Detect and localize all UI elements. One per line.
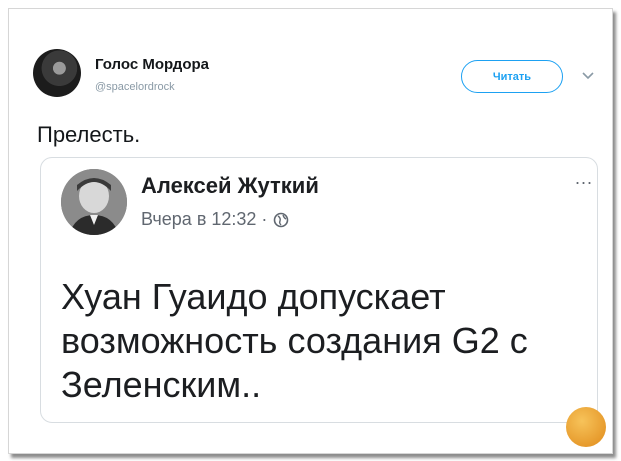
tweet-author-name[interactable]: Голос Мордора [95, 56, 209, 73]
watermark-logo [566, 407, 606, 447]
quoted-post-text: Хуан Гуаидо допускает возможность создан… [61, 276, 528, 405]
screenshot-frame: Голос Мордора @spacelordrock Читать Прел… [8, 8, 613, 454]
quoted-author-avatar[interactable] [61, 169, 127, 235]
chevron-down-icon[interactable] [582, 71, 594, 81]
quoted-author-name[interactable]: Алексей Жуткий [141, 173, 319, 199]
tweet-author-avatar[interactable] [33, 49, 81, 97]
tweet-author-handle[interactable]: @spacelordrock [95, 81, 175, 93]
timestamp-text[interactable]: Вчера в 12:32 · [141, 209, 267, 230]
globe-icon [274, 212, 289, 227]
more-options-icon[interactable]: ... [575, 168, 593, 189]
tweet-text: Прелесть. [37, 122, 141, 147]
quoted-post-card[interactable]: Алексей Жуткий Вчера в 12:32 · ... Хуан … [40, 157, 598, 423]
follow-button[interactable]: Читать [461, 60, 563, 93]
quoted-timestamp: Вчера в 12:32 · [141, 209, 289, 230]
